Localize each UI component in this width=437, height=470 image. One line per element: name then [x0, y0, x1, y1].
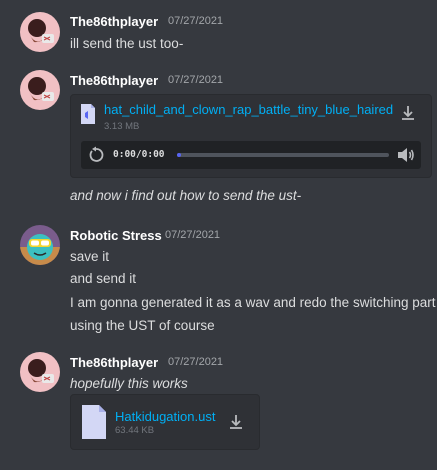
download-icon[interactable] [399, 104, 417, 127]
message-text: using the UST of course [70, 318, 215, 333]
message-text: save it [70, 249, 110, 264]
author-name[interactable]: The86thplayer [70, 73, 158, 88]
attachment-filename-link[interactable]: Hatkidugation.ust [115, 409, 227, 424]
audio-attachment: hat_child_and_clown_rap_battle_tiny_blue… [70, 94, 432, 178]
author-name[interactable]: Robotic Stress [70, 228, 162, 243]
message-text: and now i find out how to send the ust- [70, 188, 302, 203]
author-name[interactable]: The86thplayer [70, 14, 158, 29]
timestamp: 07/27/2021 [168, 356, 224, 368]
download-icon[interactable] [227, 413, 245, 436]
timestamp: 07/27/2021 [168, 15, 224, 27]
audio-progress-slider[interactable] [177, 153, 389, 157]
avatar-the86thplayer[interactable] [20, 12, 60, 52]
message-text: hopefully this works [70, 376, 188, 391]
audio-progress-fill [177, 153, 182, 157]
audio-player: 0:00/0:00 [81, 141, 421, 169]
audio-file-icon [80, 103, 96, 130]
message-text: and send it [70, 271, 137, 286]
attachment-filename-link[interactable]: hat_child_and_clown_rap_battle_tiny_blue… [104, 102, 399, 117]
audio-current-time: 0:00 [113, 149, 136, 160]
author-name[interactable]: The86thplayer [70, 355, 158, 370]
avatar-robotic-stress[interactable] [20, 225, 60, 265]
message-text: ill send the ust too- [70, 36, 184, 51]
timestamp: 07/27/2021 [165, 229, 221, 241]
message-text: I am gonna generated it as a wav and red… [70, 295, 437, 310]
replay-icon[interactable] [87, 146, 105, 169]
avatar-the86thplayer[interactable] [20, 70, 60, 110]
attachment-size: 63.44 KB [115, 425, 155, 436]
avatar-the86thplayer[interactable] [20, 352, 60, 392]
audio-time-readout: 0:00/0:00 [113, 149, 165, 160]
document-file-icon [81, 404, 107, 445]
timestamp: 07/27/2021 [168, 74, 224, 86]
file-attachment: Hatkidugation.ust 63.44 KB [70, 394, 260, 450]
attachment-size: 3.13 MB [104, 121, 140, 132]
audio-duration: 0:00 [141, 149, 165, 160]
volume-icon[interactable] [397, 147, 415, 168]
